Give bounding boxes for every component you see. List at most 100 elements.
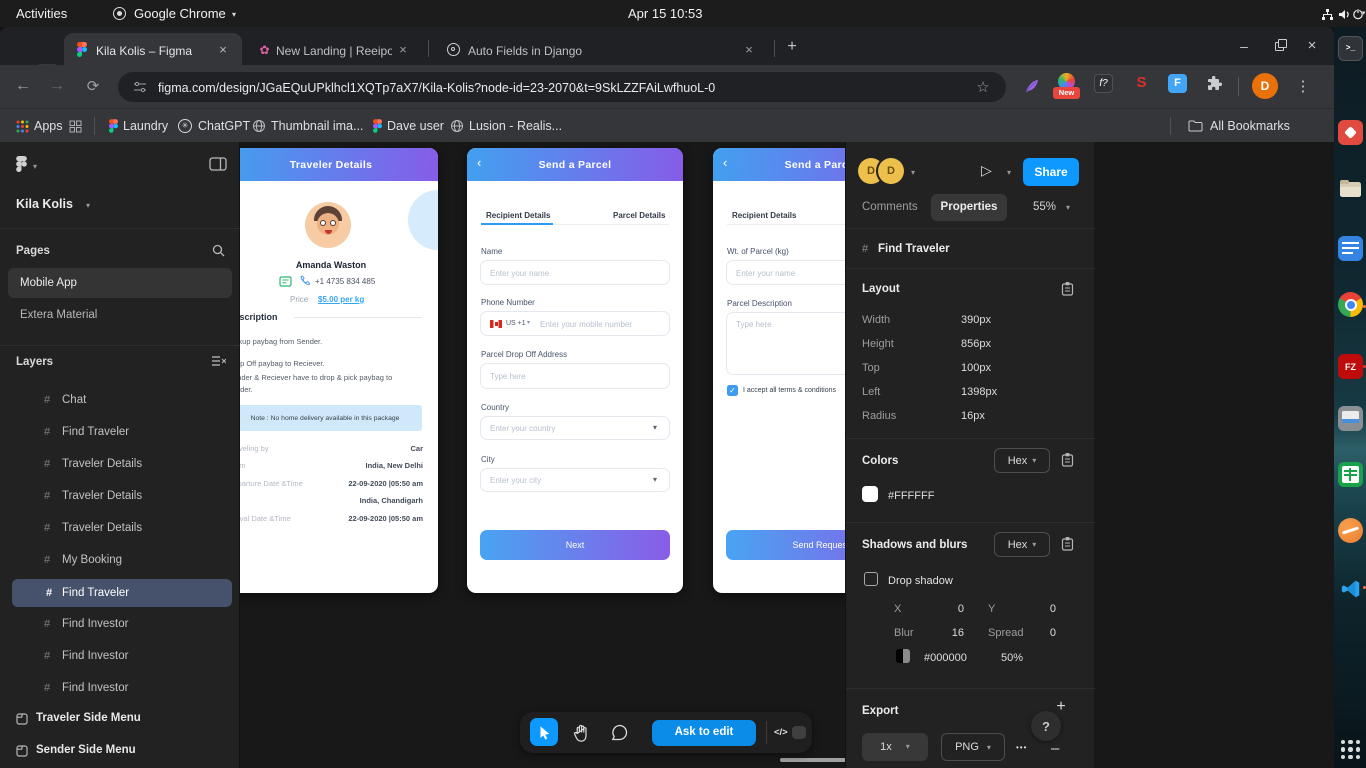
quill-extension-icon[interactable] [1022,76,1042,96]
bookmark-star-icon[interactable]: ☆ [974,78,992,96]
profile-avatar[interactable]: D [1252,73,1278,99]
export-scale-dropdown[interactable]: 1x▾ [862,733,928,761]
show-apps-icon[interactable] [1338,737,1363,762]
copy-clipboard-icon[interactable] [1060,280,1074,296]
fonts-extension-icon[interactable]: f? [1094,74,1113,93]
dev-mode-code-icon[interactable]: </> [774,728,788,739]
file-name-chevron-icon[interactable]: ▾ [86,201,90,210]
ask-to-edit-button[interactable]: Ask to edit [652,720,756,746]
layer-find-traveler[interactable]: Find Traveler [62,426,129,438]
bookmark-laundry[interactable]: Laundry [123,119,168,133]
tab-auto-fields[interactable]: Auto Fields in Django × [436,33,766,65]
collaborators-chevron-icon[interactable]: ▾ [911,168,915,177]
collaborator-avatar[interactable]: D [878,158,904,184]
tab-kila-kolis[interactable]: Kila Kolis – Figma × [64,33,242,65]
system-menu-chevron-icon[interactable]: ▾ [1362,10,1366,18]
copy-clipboard-icon[interactable] [1060,535,1074,551]
search-icon[interactable] [210,242,226,258]
app-menu-label[interactable]: Google Chrome [134,7,226,22]
tab-comments[interactable]: Comments [862,201,918,214]
layer-find-investor[interactable]: Find Investor [62,682,128,694]
present-chevron-icon[interactable]: ▾ [1007,168,1011,177]
all-bookmarks-button[interactable]: All Bookmarks [1210,119,1290,133]
layer-chat[interactable]: Chat [62,394,86,406]
bookmark-thumbnail[interactable]: Thumbnail ima... [271,119,363,133]
chrome-menu-kebab-icon[interactable]: ⋮ [1294,73,1312,99]
phone-icon[interactable] [298,274,310,286]
reload-icon[interactable]: ⟳ [82,75,104,97]
shadow-opacity-value[interactable]: 50% [1001,652,1023,664]
bookmark-lusion[interactable]: Lusion - Realis... [469,119,562,133]
page-item-mobile-app[interactable]: Mobile App [8,268,232,298]
image-viewer-dock-icon[interactable] [1338,406,1363,431]
page-item-extera-material[interactable]: Extera Material [20,309,97,321]
apps-grid-icon[interactable] [15,119,29,133]
tab-properties[interactable]: Properties [931,194,1007,221]
shadow-hex-value[interactable]: #000000 [924,652,967,664]
zoom-level[interactable]: 55% [1033,201,1056,214]
bookmark-apps[interactable]: Apps [34,119,63,133]
volume-icon[interactable] [1337,7,1351,21]
hand-tool[interactable] [570,721,593,744]
site-settings-icon[interactable] [132,80,148,94]
layer-my-booking[interactable]: My Booking [62,554,122,566]
dev-mode-toggle[interactable] [792,726,806,739]
video-app-dock-icon[interactable] [1338,120,1363,145]
network-icon[interactable] [1320,7,1334,21]
help-button[interactable]: ? [1031,711,1061,741]
tab-parcel-details[interactable]: Parcel Details [613,211,665,220]
share-button[interactable]: Share [1023,158,1079,186]
shadow-color-swatch[interactable] [896,649,910,663]
new-tab-button[interactable]: + [782,37,802,57]
close-tab-icon[interactable]: × [216,42,230,56]
drop-shadow-checkbox[interactable] [864,572,878,586]
forward-icon[interactable]: → [46,75,68,97]
bookmark-dave-user[interactable]: Dave user [387,119,444,133]
shadow-blur-value[interactable]: 16 [946,627,964,639]
files-dock-icon[interactable] [1338,178,1363,203]
squares-bookmark-icon[interactable] [68,119,82,133]
export-format-dropdown[interactable]: PNG▾ [941,733,1005,761]
vscode-dock-icon[interactable] [1338,576,1363,601]
tab-recipient-details[interactable]: Recipient Details [732,211,796,220]
layer-find-investor[interactable]: Find Investor [62,650,128,662]
shadow-y-value[interactable]: 0 [1038,603,1056,615]
layer-traveler-details[interactable]: Traveler Details [62,490,142,502]
layout-value[interactable]: 390px [961,314,991,326]
layout-value[interactable]: 1398px [961,386,997,398]
restore-button[interactable] [1272,39,1286,53]
back-icon[interactable]: ← [12,75,34,97]
orange-disc-dock-icon[interactable] [1338,518,1363,543]
file-name[interactable]: Kila Kolis [16,197,73,211]
close-window-button[interactable]: × [1304,36,1320,54]
activities-button[interactable]: Activities [16,7,67,22]
filezilla-dock-icon[interactable]: FZ [1338,354,1363,379]
frame-traveler-details[interactable]: Traveler Details Amanda Waston +1 4 [240,148,438,593]
figma-extension-icon[interactable]: F [1168,74,1187,93]
layout-value[interactable]: 16px [961,410,985,422]
text-editor-dock-icon[interactable] [1338,236,1363,261]
bookmark-chatgpt[interactable]: ChatGPT [198,119,250,133]
present-play-icon[interactable]: ▷ [981,162,992,178]
frame-send-parcel-recipient[interactable]: ‹ Send a Parcel Recipient Details Parcel… [467,148,683,593]
layers-sort-icon[interactable] [210,354,226,368]
move-tool[interactable] [530,718,558,746]
shadow-x-value[interactable]: 0 [946,603,964,615]
clock[interactable]: Apr 15 10:53 [628,7,702,22]
layer-traveler-details[interactable]: Traveler Details [62,458,142,470]
figma-menu-chevron-icon[interactable]: ▾ [33,162,37,171]
section-sender-side-menu[interactable]: Sender Side Menu [36,744,136,756]
chrome-dock-icon[interactable] [1338,292,1363,317]
message-icon[interactable] [278,275,292,287]
next-button[interactable]: Next [480,530,670,560]
fill-color-swatch[interactable] [862,486,878,502]
layer-find-investor[interactable]: Find Investor [62,618,128,630]
figma-logo-icon[interactable] [15,155,27,172]
terminal-dock-icon[interactable]: >_ [1338,36,1363,61]
tab-new-landing[interactable]: ✿ New Landing | Reeipo × [248,33,420,65]
shadows-hex-dropdown[interactable]: Hex▾ [994,532,1050,557]
seo-extension-icon[interactable]: S [1132,73,1151,92]
tab-recipient-details[interactable]: Recipient Details [486,211,550,220]
layer-traveler-details[interactable]: Traveler Details [62,522,142,534]
section-traveler-side-menu[interactable]: Traveler Side Menu [36,712,141,724]
